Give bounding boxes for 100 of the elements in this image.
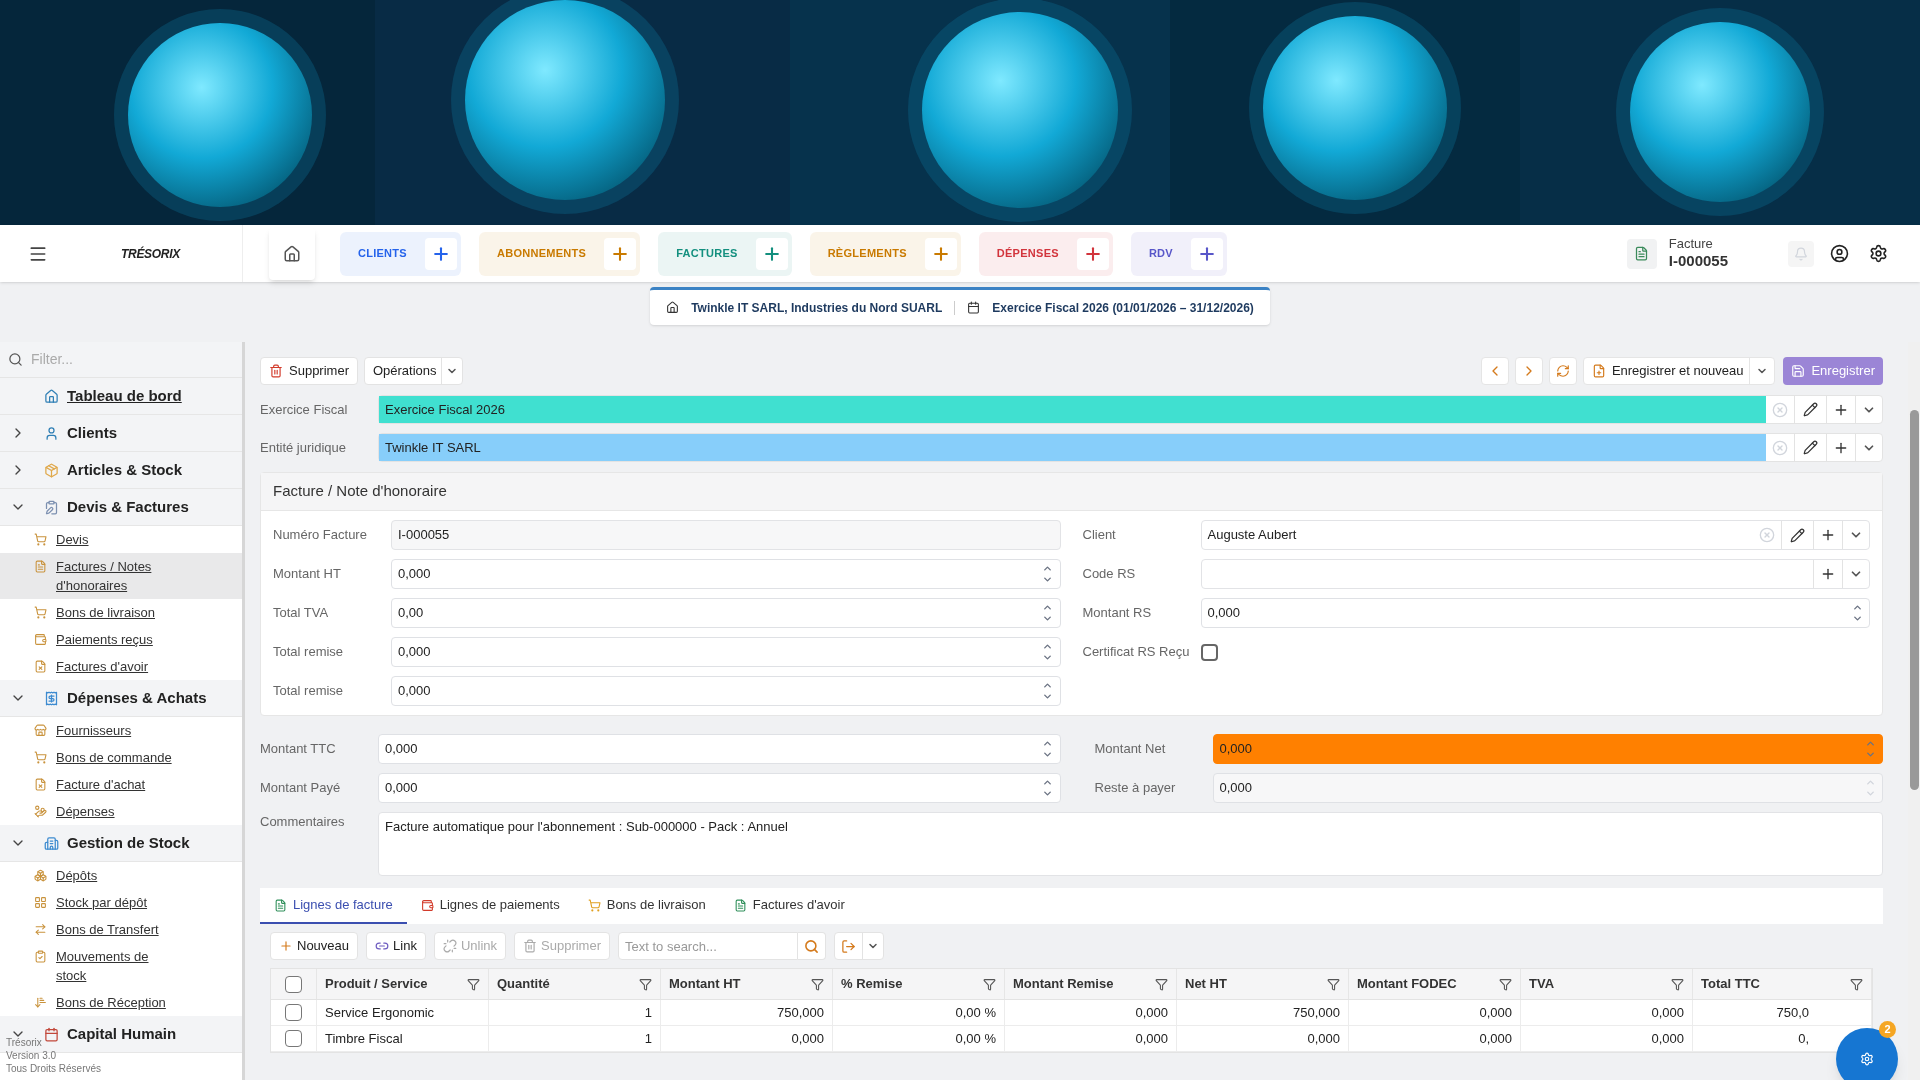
home-button[interactable] (268, 227, 315, 280)
item-icon (34, 724, 47, 737)
settings-icon[interactable] (1869, 244, 1888, 263)
save-and-new-button[interactable]: Enregistrer et nouveau (1582, 357, 1776, 385)
filter-icon[interactable] (1327, 977, 1340, 991)
column-header[interactable]: TVA (1521, 969, 1693, 999)
field-label: Total TVA (273, 604, 330, 623)
table-cell: 0,000 (1349, 1000, 1521, 1025)
home-icon (666, 301, 680, 314)
tab-icon (420, 898, 434, 912)
row-checkbox[interactable] (285, 1030, 302, 1047)
new-button[interactable]: Nouveau (270, 932, 359, 960)
number-field[interactable]: 0,000 (378, 773, 1061, 803)
add-button[interactable] (604, 237, 637, 270)
filter-input[interactable]: Filter... (31, 349, 234, 370)
filter-icon[interactable] (811, 977, 824, 991)
tab[interactable]: Bons de livraison (573, 888, 720, 924)
group-icon (44, 499, 59, 515)
number-field[interactable]: 0,000 (391, 637, 1061, 667)
select-field[interactable] (1200, 559, 1870, 589)
filter-icon[interactable] (639, 977, 652, 991)
group-icon (44, 425, 59, 441)
nav-tab[interactable]: CLIENTS (339, 231, 461, 276)
sidebar-group[interactable]: Gestion de Stock (0, 825, 242, 862)
add-button[interactable] (424, 237, 457, 270)
item-icon (34, 996, 47, 1009)
search-icon (804, 938, 819, 954)
tab-icon (274, 898, 287, 912)
edit-icon[interactable] (1803, 440, 1818, 455)
column-header[interactable]: Net HT (1177, 969, 1349, 999)
number-field[interactable]: 0,00 (391, 598, 1061, 628)
fiscal-year[interactable]: Exercice Fiscal 2026 (01/01/2026 – 31/12/2026) (992, 298, 1254, 317)
add-button[interactable] (1076, 237, 1109, 270)
filter-icon[interactable] (983, 977, 996, 991)
number-field[interactable]: 0,000 (378, 734, 1061, 764)
item-icon (34, 606, 47, 619)
filter-icon[interactable] (1671, 977, 1684, 991)
document-type: Facture (1668, 236, 1714, 253)
column-header[interactable]: % Remise (833, 969, 1005, 999)
number-field[interactable]: 0,000 (391, 676, 1061, 706)
checkbox[interactable] (1200, 643, 1218, 661)
add-button[interactable] (924, 237, 957, 270)
column-header[interactable]: Quantité (489, 969, 661, 999)
user-icon[interactable] (1830, 244, 1849, 263)
table-cell: 0,000 (1005, 1026, 1177, 1051)
nav-tab[interactable]: DÉPENSES (978, 231, 1113, 276)
item-icon (34, 533, 47, 546)
column-header[interactable]: Total TTC (1693, 969, 1872, 999)
tab-icon (733, 898, 747, 912)
sidebar-group[interactable]: Devis & Factures (0, 489, 242, 526)
field-label: Total remise (273, 682, 345, 701)
add-button[interactable] (755, 237, 788, 270)
comments-field[interactable]: Facture automatique pour l'abonnement : Sub-000000 - Pack : Annuel (378, 812, 1883, 876)
search-button[interactable] (798, 932, 826, 960)
add-button[interactable] (1190, 237, 1223, 270)
item-icon (34, 660, 47, 673)
logo[interactable]: TRÉSORIX (121, 244, 180, 263)
link-button[interactable]: Link (366, 932, 426, 960)
filter-icon[interactable] (467, 977, 480, 991)
operations-dropdown[interactable]: Opérations (363, 357, 463, 385)
number-field[interactable]: 0,000 (1212, 734, 1883, 764)
refresh-button[interactable] (1548, 357, 1577, 385)
edit-icon[interactable] (1803, 402, 1818, 417)
sidebar-item[interactable]: Factures / Notes d'honoraires (0, 553, 242, 599)
tab[interactable]: Lignes de paiements (406, 888, 574, 924)
search-field[interactable]: Text to search... (618, 932, 798, 960)
sidebar-group[interactable]: Dépenses & Achats (0, 680, 242, 717)
number-field[interactable]: 0,000 (1200, 598, 1870, 628)
filter-field[interactable]: Filter... (0, 342, 242, 378)
footer-text: Tous Droits Réservés (6, 1062, 102, 1075)
filter-icon[interactable] (1850, 977, 1863, 991)
export-button[interactable] (834, 932, 884, 960)
save-icon (1791, 364, 1806, 378)
nav-tab[interactable]: RDV (1130, 231, 1227, 276)
filter-icon[interactable] (1155, 977, 1168, 991)
row-checkbox[interactable] (285, 1004, 302, 1021)
tab[interactable]: Lignes de facture (260, 888, 407, 924)
dashboard-link[interactable]: Tableau de bord (0, 378, 242, 415)
select-all-checkbox[interactable] (285, 975, 302, 993)
filter-icon[interactable] (1499, 977, 1512, 991)
document-icon (1626, 238, 1657, 269)
nav-tab[interactable]: FACTURES (658, 231, 792, 276)
add-icon[interactable] (1820, 566, 1836, 582)
company-name[interactable]: Twinkle IT SARL, Industries du Nord SUARL (691, 298, 943, 317)
text-field[interactable]: I-000055 (391, 520, 1061, 550)
table-cell: 750,0 (1693, 1000, 1872, 1025)
client-select[interactable]: Auguste Aubert (1200, 520, 1870, 550)
column-header[interactable]: Montant Remise (1005, 969, 1177, 999)
sidebar-group[interactable]: Clients (0, 415, 242, 452)
add-icon[interactable] (1820, 527, 1836, 543)
number-field[interactable]: 0,000 (391, 559, 1061, 589)
column-header[interactable]: Produit / Service (317, 969, 489, 999)
column-header[interactable]: Montant HT (661, 969, 833, 999)
delete-button[interactable]: Supprimer (260, 357, 358, 385)
sidebar-group[interactable]: Articles & Stock (0, 452, 242, 489)
edit-icon[interactable] (1790, 527, 1805, 543)
tab[interactable]: Factures d'avoir (719, 888, 859, 924)
column-header[interactable]: Montant FODEC (1349, 969, 1521, 999)
item-icon (34, 805, 47, 818)
item-icon (34, 560, 47, 573)
